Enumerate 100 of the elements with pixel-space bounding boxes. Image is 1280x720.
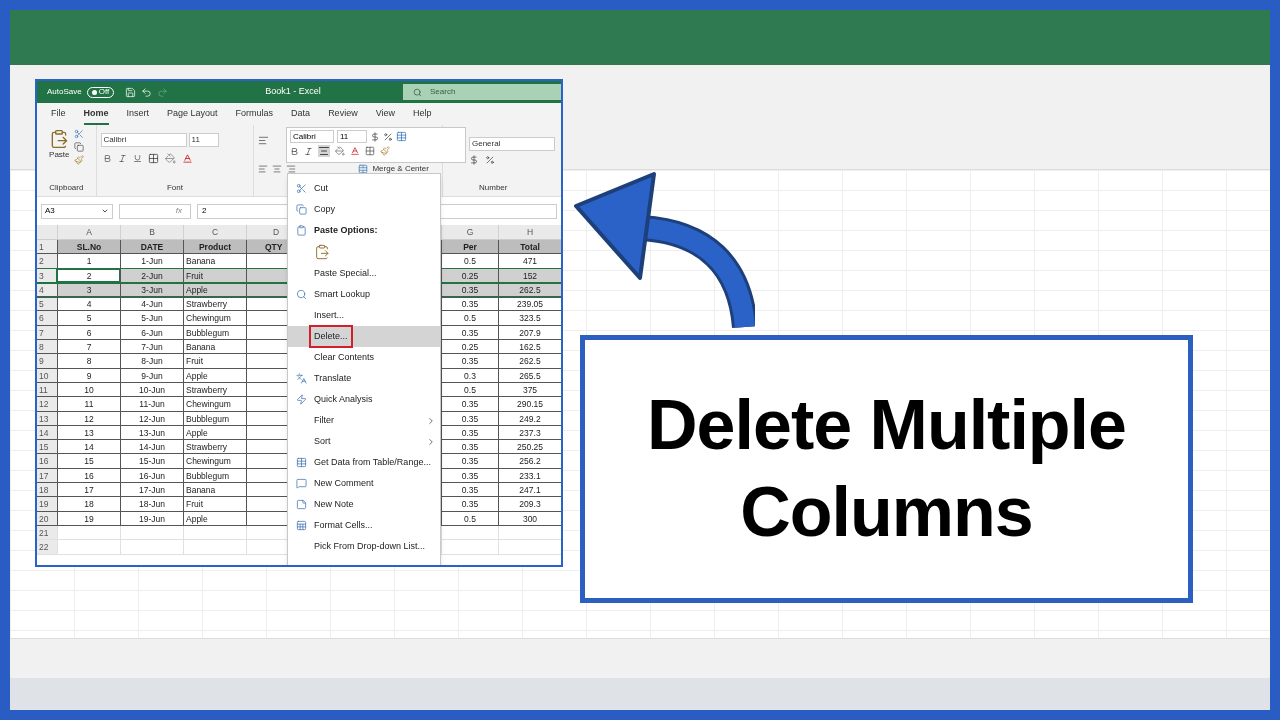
font-color-icon[interactable] <box>350 146 360 156</box>
borders-icon[interactable] <box>147 153 159 164</box>
row-number[interactable]: 16 <box>37 454 57 468</box>
row-number[interactable]: 4 <box>37 282 57 297</box>
paintbrush-icon[interactable] <box>380 146 390 156</box>
ribbon-tab[interactable]: Page Layout <box>167 106 218 125</box>
caret-icon <box>101 207 109 215</box>
row-number[interactable]: 3 <box>37 268 57 282</box>
underline-icon[interactable] <box>132 154 142 163</box>
chevron-icon <box>426 436 436 447</box>
bold-icon[interactable] <box>102 154 112 163</box>
menu-item[interactable]: Quick Analysis <box>288 389 440 410</box>
name-box[interactable]: A3 <box>41 203 113 219</box>
table-icon <box>295 457 307 468</box>
column-header[interactable]: C <box>183 225 246 239</box>
menu-item[interactable]: Cut <box>288 178 440 199</box>
font-name-field[interactable]: Calibri <box>100 133 187 147</box>
menu-item[interactable]: Delete... <box>288 326 440 347</box>
percent-icon[interactable] <box>485 155 495 165</box>
font-size-field[interactable]: 11 <box>188 133 219 147</box>
percent-icon[interactable] <box>383 131 393 142</box>
menu-item[interactable]: Get Data from Table/Range... <box>288 452 440 473</box>
menu-item[interactable]: Translate <box>288 368 440 389</box>
font-name-field[interactable]: Calibri <box>290 130 334 143</box>
table-cell: 12-Jun <box>120 411 183 425</box>
table-cell: Bubblegum <box>183 325 246 340</box>
ribbon-tab[interactable]: Formulas <box>235 106 274 125</box>
row-number[interactable]: 19 <box>37 497 57 511</box>
align-right-icon[interactable] <box>286 164 297 174</box>
copy-icon[interactable] <box>73 142 84 152</box>
table-cell: 3 <box>57 282 120 297</box>
table-cell: 5 <box>57 311 120 325</box>
undo-icon[interactable] <box>141 86 153 98</box>
menu-item[interactable]: Filter <box>288 410 440 431</box>
ribbon-tab[interactable]: Help <box>413 106 432 125</box>
row-number[interactable]: 15 <box>37 440 57 454</box>
table-cell: 5-Jun <box>120 311 183 325</box>
align-center-icon[interactable] <box>318 145 330 157</box>
table-cell: 162.5 <box>498 340 561 354</box>
column-header[interactable]: A <box>57 225 120 239</box>
menu-item[interactable]: Paste Special... <box>288 263 440 284</box>
menu-item[interactable]: Smart Lookup <box>288 284 440 305</box>
row-number[interactable]: 8 <box>37 340 57 354</box>
ribbon-tab[interactable]: Insert <box>126 106 150 125</box>
menu-item[interactable]: Clear Contents <box>288 347 440 368</box>
table-cell: 262.5 <box>498 282 561 297</box>
row-number[interactable]: 18 <box>37 483 57 497</box>
table-cell: Banana <box>183 483 246 497</box>
align-icon[interactable] <box>258 135 270 146</box>
table-cell: 17 <box>57 483 120 497</box>
row-number[interactable]: 22 <box>37 540 57 554</box>
ribbon-tab[interactable]: View <box>375 106 395 125</box>
italic-icon[interactable] <box>304 146 313 156</box>
currency-icon[interactable] <box>370 131 380 142</box>
merge-center-label[interactable]: Merge & Center <box>372 163 429 175</box>
paste-label[interactable]: Paste <box>49 149 70 161</box>
window-title: Book1 - Excel <box>265 85 321 99</box>
menu-item[interactable]: Sort <box>288 431 440 452</box>
fill-color-icon[interactable] <box>335 146 345 156</box>
column-header[interactable]: B <box>120 225 183 239</box>
ribbon-tab[interactable]: File <box>51 106 66 125</box>
clipboard-icon <box>295 225 307 236</box>
scissors-icon[interactable] <box>73 129 84 139</box>
ribbon-tab[interactable]: Data <box>291 106 311 125</box>
table-cell: 1-Jun <box>120 254 183 268</box>
table-cell: 9 <box>57 368 120 382</box>
merge-icon[interactable] <box>358 164 369 174</box>
ribbon-tab[interactable]: Review <box>328 106 358 125</box>
currency-icon[interactable] <box>469 155 479 165</box>
align-left-icon[interactable] <box>258 164 269 174</box>
font-color-icon[interactable] <box>181 153 193 164</box>
fill-color-icon[interactable] <box>164 153 176 164</box>
paste-icon[interactable] <box>314 244 330 260</box>
column-header[interactable]: H <box>498 225 561 239</box>
table-cell: 15 <box>57 454 120 468</box>
row-number[interactable]: 6 <box>37 311 57 325</box>
table-cell: 15-Jun <box>120 454 183 468</box>
menu-item[interactable]: Insert... <box>288 305 440 326</box>
italic-icon[interactable] <box>117 154 127 163</box>
row-number[interactable]: 12 <box>37 397 57 411</box>
table-icon[interactable] <box>396 131 407 142</box>
menu-item[interactable]: New Note <box>288 494 440 515</box>
save-icon[interactable] <box>125 86 137 98</box>
row-number[interactable]: 2 <box>37 254 57 268</box>
paintbrush-icon[interactable] <box>73 155 84 165</box>
menu-item[interactable]: Format Cells... <box>288 515 440 536</box>
table-cell: 12 <box>57 411 120 425</box>
row-number[interactable]: 9 <box>37 354 57 368</box>
menu-item[interactable]: Pick From Drop-down List... <box>288 536 440 557</box>
menu-item[interactable]: New Comment <box>288 473 440 494</box>
header-cell: Per <box>441 240 498 254</box>
font-size-field[interactable]: 11 <box>337 130 367 143</box>
function-label[interactable]: fx <box>175 205 182 217</box>
borders-icon[interactable] <box>365 146 375 156</box>
search-field[interactable]: Search <box>403 84 561 100</box>
row-number[interactable]: 1 <box>37 240 57 254</box>
menu-item[interactable]: Copy <box>288 199 440 220</box>
paste-icon[interactable] <box>49 129 70 149</box>
number-format-field[interactable]: General <box>469 137 555 151</box>
bold-icon[interactable] <box>290 146 299 156</box>
